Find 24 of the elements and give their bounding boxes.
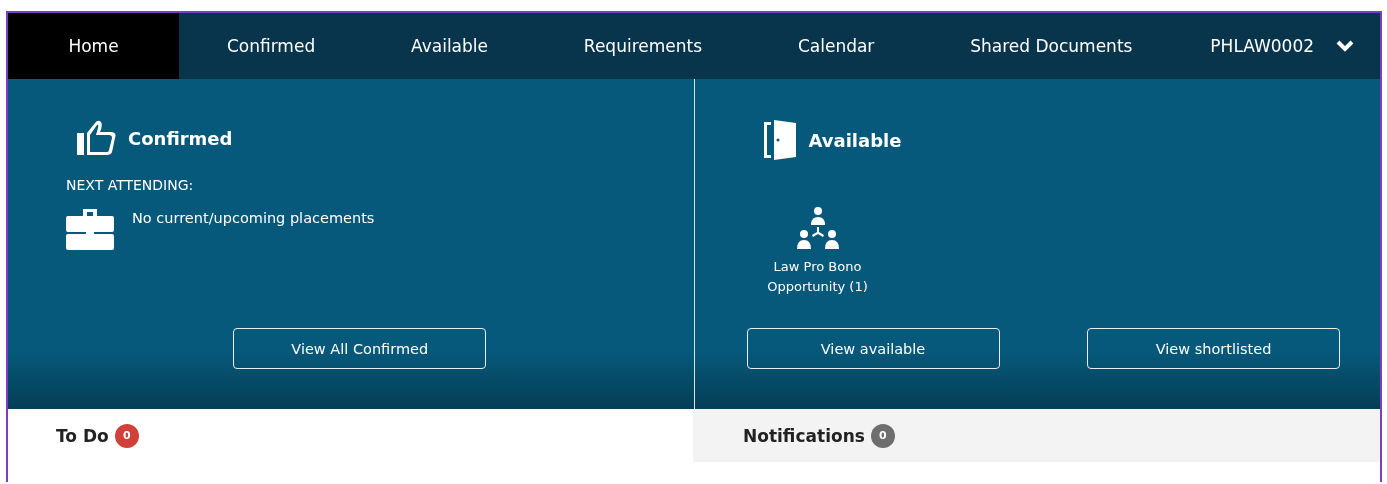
briefcase-icon xyxy=(66,207,114,251)
door-icon xyxy=(762,119,799,161)
section-title: To Do xyxy=(56,425,109,446)
nav-tab[interactable]: Requirements xyxy=(535,13,750,79)
count-badge: 0 xyxy=(114,423,139,448)
section-title: Notifications xyxy=(743,425,865,446)
opportunity-link[interactable]: Law Pro Bono Opportunity (1) xyxy=(752,257,883,297)
thumbs-up-icon xyxy=(76,119,118,157)
view-button[interactable]: View shortlisted xyxy=(1087,328,1340,369)
panel-title: Available xyxy=(808,129,902,151)
nav-tab[interactable]: Home xyxy=(8,13,179,79)
placements-message: No current/upcoming placements xyxy=(132,210,375,226)
people-hierarchy-icon xyxy=(795,207,840,251)
next-attending-label: NEXT ATTENDING: xyxy=(66,177,195,193)
nav-tab[interactable]: Available xyxy=(363,13,536,79)
nav-tab[interactable]: Confirmed xyxy=(179,13,364,79)
view-all-confirmed-button[interactable]: View All Confirmed xyxy=(233,328,487,369)
count-badge: 0 xyxy=(870,423,895,448)
nav-tab[interactable]: Shared Documents xyxy=(922,13,1181,79)
nav-tab[interactable]: Calendar xyxy=(750,13,923,79)
chevron-down-icon xyxy=(1336,40,1354,52)
view-button[interactable]: View available xyxy=(746,328,1000,369)
user-menu[interactable]: PHLAW0002 xyxy=(1180,13,1380,79)
panel-title: Confirmed xyxy=(128,127,233,149)
